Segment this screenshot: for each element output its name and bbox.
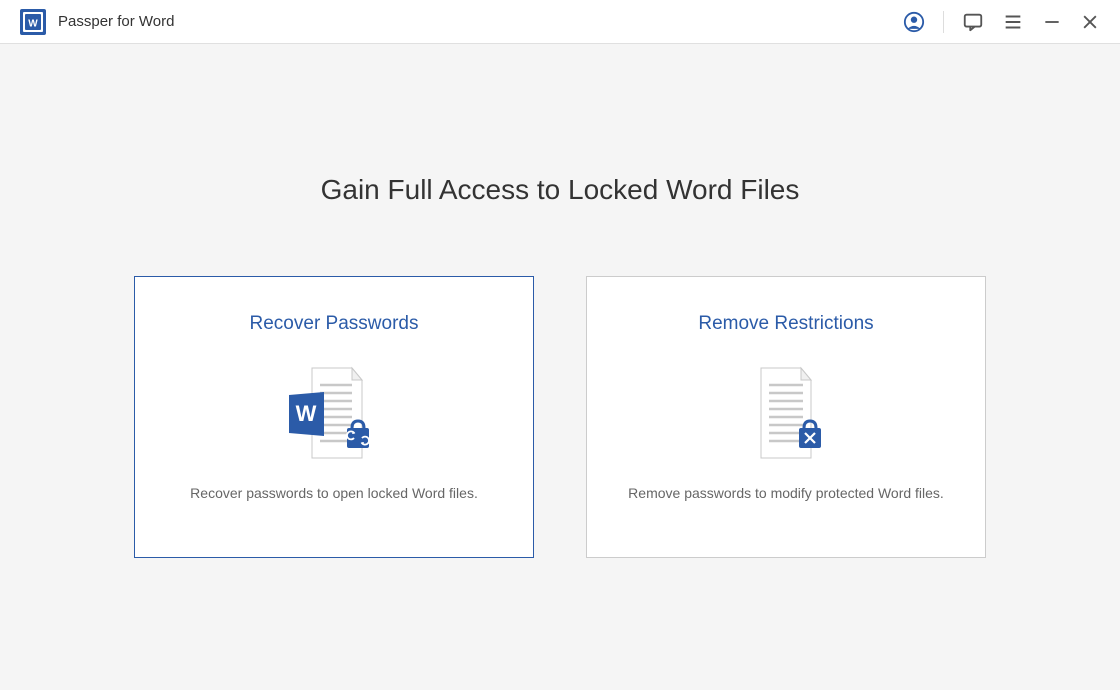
option-cards: Recover Passwords W	[134, 276, 986, 558]
minimize-button[interactable]	[1042, 12, 1062, 32]
close-button[interactable]	[1080, 12, 1100, 32]
titlebar-left: W Passper for Word	[20, 9, 174, 35]
remove-restrictions-card[interactable]: Remove Restrictions	[586, 276, 986, 558]
recover-card-icon: W	[284, 363, 384, 463]
remove-card-title: Remove Restrictions	[698, 313, 873, 335]
main-content: Gain Full Access to Locked Word Files Re…	[0, 44, 1120, 558]
svg-text:W: W	[296, 401, 317, 426]
recover-card-title: Recover Passwords	[250, 313, 419, 335]
recover-passwords-card[interactable]: Recover Passwords W	[134, 276, 534, 558]
titlebar-right	[903, 11, 1100, 33]
remove-card-icon	[736, 363, 836, 463]
feedback-icon[interactable]	[962, 11, 984, 33]
app-logo-icon: W	[20, 9, 46, 35]
titlebar: W Passper for Word	[0, 0, 1120, 44]
titlebar-divider	[943, 11, 944, 33]
recover-card-desc: Recover passwords to open locked Word fi…	[190, 485, 478, 501]
main-heading: Gain Full Access to Locked Word Files	[321, 174, 800, 206]
menu-icon[interactable]	[1002, 11, 1024, 33]
account-icon[interactable]	[903, 11, 925, 33]
remove-card-desc: Remove passwords to modify protected Wor…	[628, 485, 944, 501]
app-title: Passper for Word	[58, 13, 174, 30]
svg-text:W: W	[28, 18, 38, 29]
